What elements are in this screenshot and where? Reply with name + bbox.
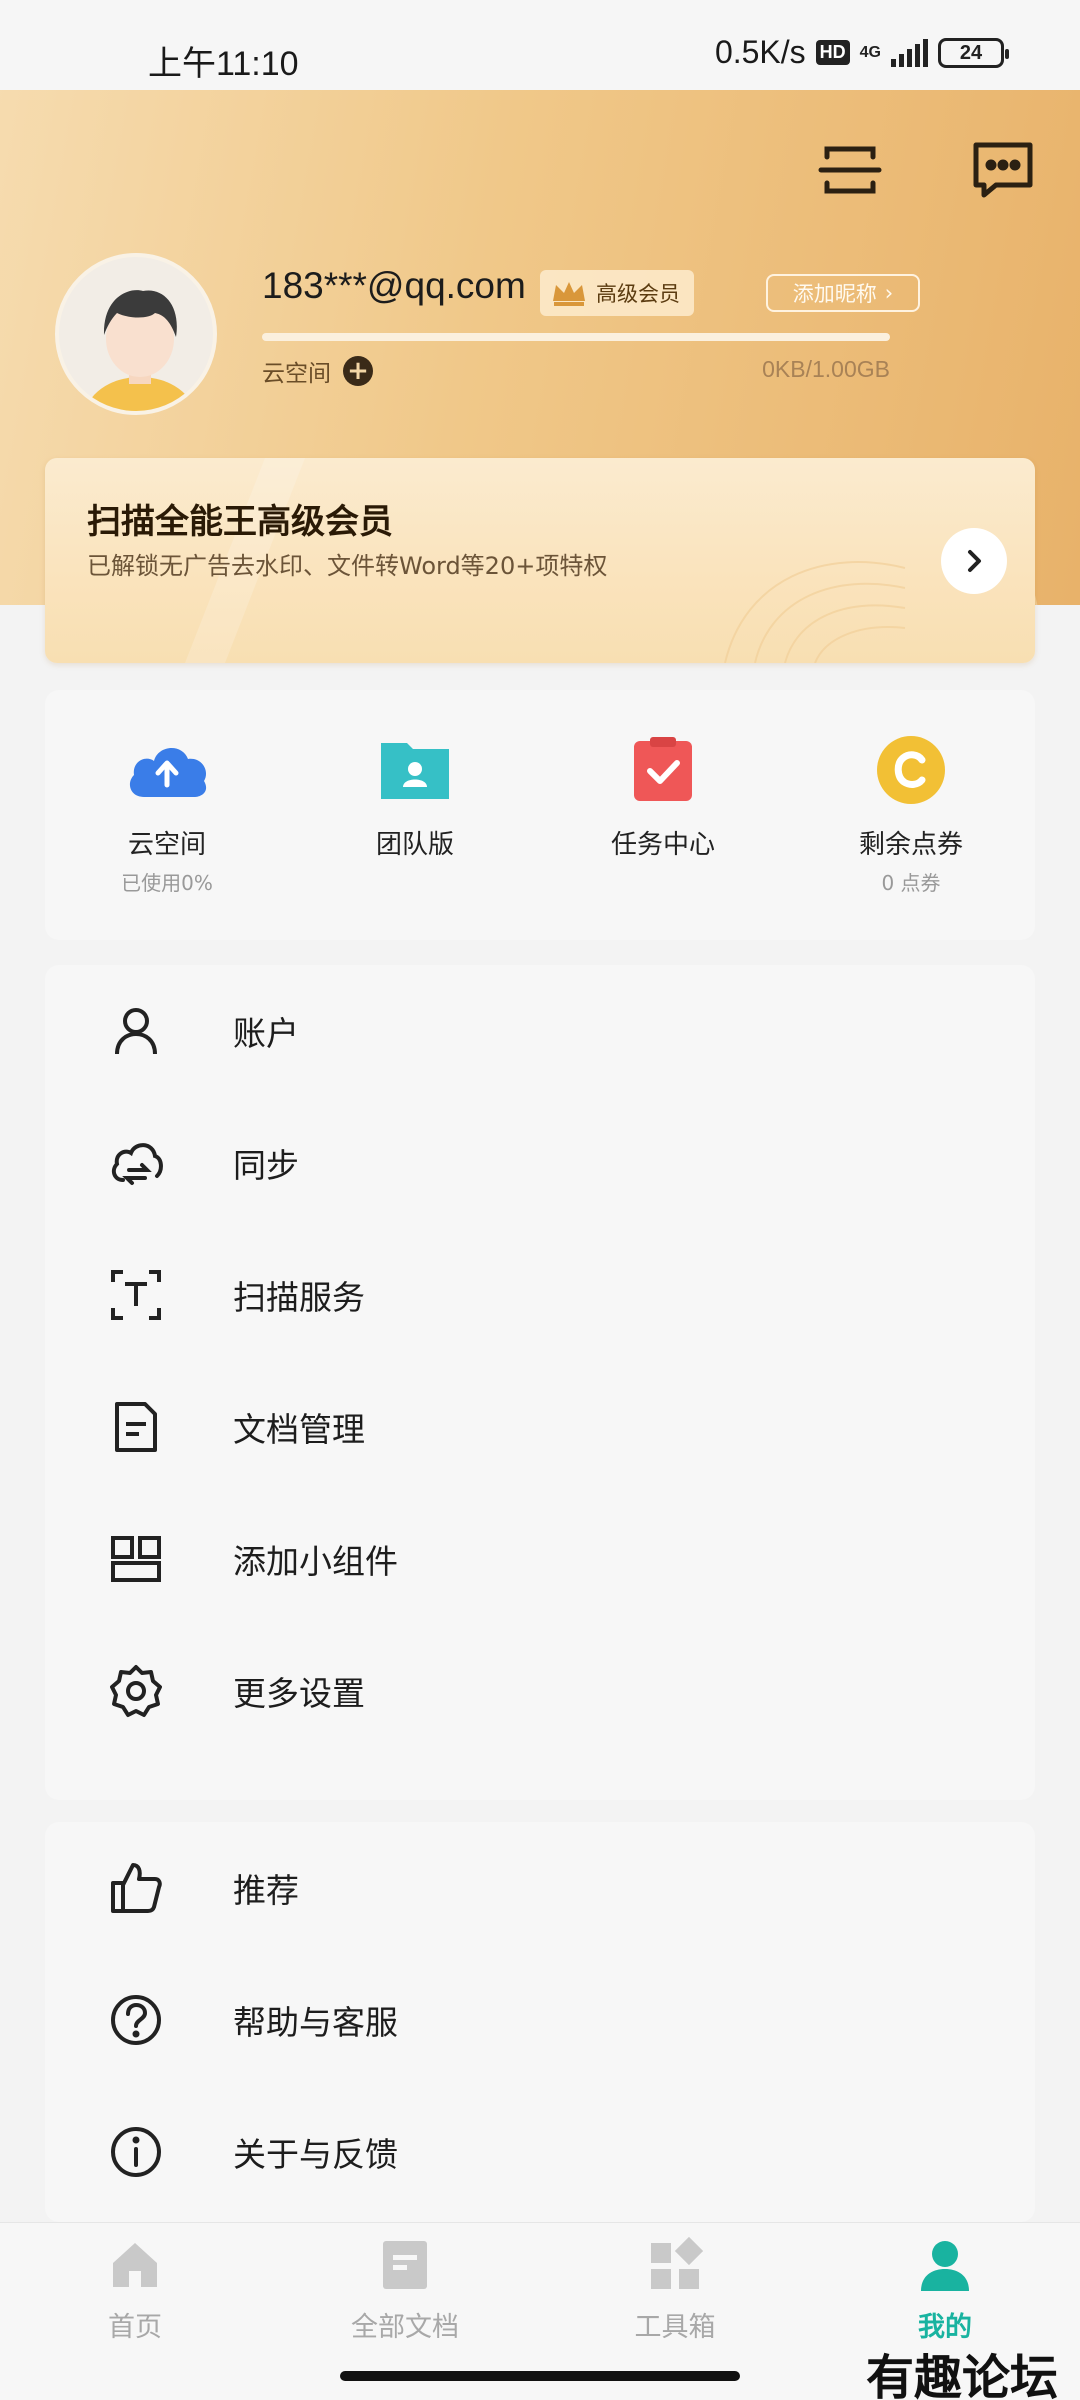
menu-item-label: 扫描服务 (233, 1278, 365, 1317)
cloud-space-link[interactable]: 云空间 + (262, 354, 373, 388)
menu-item-recommend[interactable]: 推荐 (45, 1822, 1035, 1954)
tab-all-docs[interactable]: 全部文档 (305, 2237, 505, 2344)
menu-item-label: 帮助与客服 (233, 2003, 398, 2042)
home-icon (113, 2243, 157, 2287)
scan-text-icon (111, 1270, 161, 1320)
cloud-space-label: 云空间 (262, 361, 331, 387)
watermark: 有趣论坛 (865, 2350, 1058, 2400)
quick-label: 任务中心 (610, 830, 715, 860)
crown-icon (553, 282, 585, 306)
quick-label: 团队版 (375, 830, 454, 860)
document-icon (115, 1402, 157, 1452)
user-icon (115, 1008, 157, 1055)
tab-me[interactable]: 我的 (845, 2237, 1045, 2344)
menu-item-label: 推荐 (233, 1871, 299, 1910)
scan-icon[interactable] (815, 135, 885, 205)
signal-icon (891, 38, 928, 67)
quick-item-coupon[interactable]: 剩余点券 0 点券 (801, 730, 1021, 896)
quick-sub: 0 点券 (881, 871, 941, 895)
menu-item-more-settings[interactable]: 更多设置 (45, 1625, 1035, 1757)
quick-label: 云空间 (127, 830, 206, 860)
avatar[interactable] (55, 253, 217, 415)
menu-item-label: 添加小组件 (233, 1542, 398, 1581)
widget-icon (111, 1536, 161, 1582)
tab-label: 全部文档 (351, 2312, 459, 2343)
cloud-upload-icon (122, 730, 212, 810)
plus-icon[interactable]: + (343, 356, 373, 386)
settings-menu-card: 账户 同步 扫描服务 文档管理 添加小组件 更多设置 (45, 965, 1035, 1800)
menu-item-sync[interactable]: 同步 (45, 1097, 1035, 1229)
vip-badge: 高级会员 (540, 270, 694, 316)
status-bar: 上午11:10 0.5K/s HD 4G 24 (0, 0, 1080, 90)
home-indicator[interactable] (340, 2371, 740, 2381)
menu-item-label: 文档管理 (233, 1410, 365, 1449)
quick-item-team[interactable]: 团队版 (305, 730, 525, 867)
vip-badge-label: 高级会员 (596, 282, 680, 306)
menu-item-about[interactable]: 关于与反馈 (45, 2086, 1035, 2218)
me-icon (921, 2241, 969, 2291)
tab-label: 工具箱 (634, 2312, 716, 2343)
net-speed: 0.5K/s (714, 34, 806, 70)
quick-label: 剩余点券 (858, 830, 963, 860)
tab-label: 首页 (108, 2312, 162, 2343)
quick-sub: 已使用0% (121, 871, 213, 895)
quick-item-cloud[interactable]: 云空间 已使用0% (57, 730, 277, 896)
tab-toolbox[interactable]: 工具箱 (575, 2236, 775, 2344)
menu-item-label: 同步 (233, 1146, 299, 1185)
battery-icon: 24 (938, 37, 1009, 68)
cloud-sync-icon (111, 1143, 163, 1185)
help-menu-card: 推荐 帮助与客服 关于与反馈 (45, 1822, 1035, 2222)
storage-progress (262, 333, 890, 341)
menu-item-account[interactable]: 账户 (45, 965, 1035, 1097)
info-icon (111, 2127, 161, 2177)
menu-item-label: 更多设置 (233, 1674, 365, 1713)
thumbs-up-icon (111, 1863, 162, 1913)
menu-item-label: 账户 (233, 1014, 299, 1053)
quick-item-task[interactable]: 任务中心 (553, 730, 773, 867)
hd-badge: HD (815, 40, 850, 65)
chevron-right-icon: › (884, 281, 894, 305)
menu-item-scan-service[interactable]: 扫描服务 (45, 1229, 1035, 1361)
message-icon[interactable] (968, 135, 1038, 205)
network-type: 4G (859, 43, 881, 61)
chevron-right-icon (968, 550, 981, 572)
vip-card-arrow-button[interactable] (941, 528, 1007, 594)
vip-card-title: 扫描全能王高级会员 (87, 502, 393, 542)
quick-actions-card: 云空间 已使用0% 团队版 任务中心 剩余点券 0 点券 (45, 690, 1035, 940)
add-nickname-button[interactable]: 添加昵称 › (766, 274, 920, 312)
status-time: 上午11:10 (148, 45, 299, 83)
menu-item-help[interactable]: 帮助与客服 (45, 1954, 1035, 2086)
toolbox-icon (651, 2236, 704, 2289)
account-email: 183***@qq.com (262, 265, 526, 306)
menu-item-label: 关于与反馈 (233, 2135, 398, 2174)
menu-item-doc-manage[interactable]: 文档管理 (45, 1361, 1035, 1493)
gear-icon (110, 1665, 162, 1717)
team-folder-icon (370, 730, 460, 810)
vip-card-desc: 已解锁无广告去水印、文件转Word等20+项特权 (87, 552, 608, 580)
storage-value: 0KB/1.00GB (762, 356, 890, 382)
tab-home[interactable]: 首页 (35, 2237, 235, 2344)
vip-card[interactable]: 扫描全能王高级会员 已解锁无广告去水印、文件转Word等20+项特权 (45, 458, 1035, 663)
coupon-coin-icon (866, 730, 956, 810)
all-docs-icon (383, 2241, 427, 2289)
menu-item-widget[interactable]: 添加小组件 (45, 1493, 1035, 1625)
add-nickname-label: 添加昵称 (792, 282, 877, 306)
help-icon (111, 1995, 161, 2045)
status-right: 0.5K/s HD 4G 24 (714, 34, 1009, 71)
task-check-icon (618, 730, 708, 810)
